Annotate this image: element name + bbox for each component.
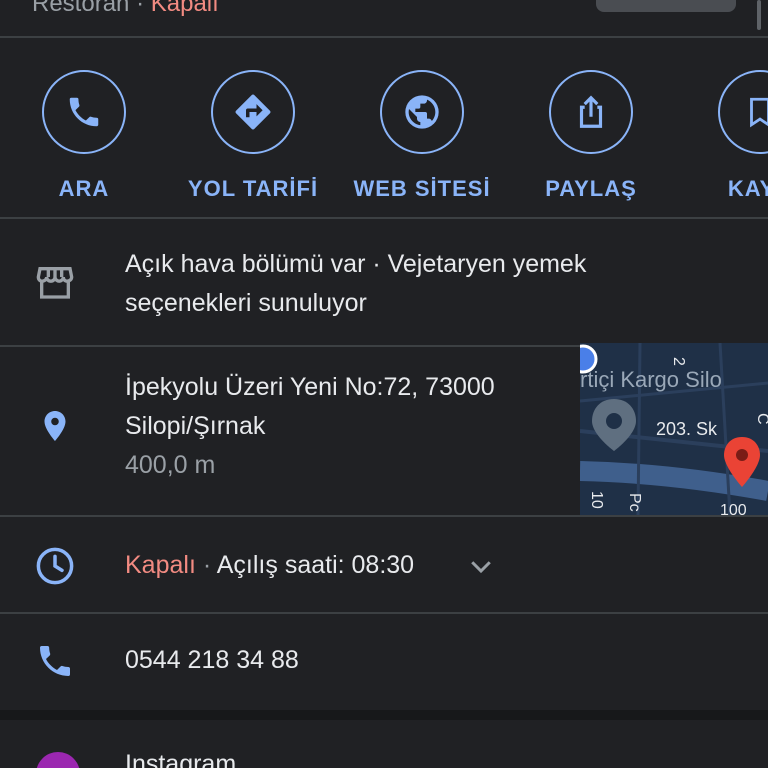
clock-icon <box>32 543 78 589</box>
hours-row[interactable]: Kapalı · Açılış saati: 08:30 <box>0 517 768 613</box>
map-label-pc: Pc <box>626 493 643 512</box>
hours-separator: · <box>202 551 212 579</box>
address-line-2: Silopi/Şırnak <box>125 412 266 440</box>
header-strip: Restoran · Kapalı <box>0 0 768 38</box>
save-button-label: KAYD <box>727 176 768 201</box>
share-button[interactable]: PAYLAŞ <box>511 70 671 202</box>
place-category: Restoran <box>32 0 130 17</box>
features-text: Açık hava bölümü var · Vejetaryen yemek … <box>125 245 586 323</box>
phone-icon <box>69 97 99 127</box>
save-button[interactable]: KAYD <box>680 70 768 202</box>
directions-icon <box>235 94 271 130</box>
map-label-street: 203. Sk <box>656 419 718 439</box>
share-button-circle[interactable] <box>549 70 633 154</box>
bookmark-icon <box>750 97 768 128</box>
subtitle-separator: · <box>136 0 145 17</box>
scrollbar[interactable] <box>757 0 761 30</box>
place-subtitle: Restoran · Kapalı <box>32 0 219 18</box>
place-details-panel: Restoran · Kapalı ARA YOL TARİFİ WEB SİT… <box>0 0 768 768</box>
storefront-icon <box>32 259 78 305</box>
phone-number: 0544 218 34 88 <box>125 646 299 674</box>
map-label-kargo: rtiçi Kargo Silo <box>580 367 722 392</box>
address-text: İpekyolu Üzeri Yeni No:72, 73000 Silopi/… <box>125 368 495 485</box>
directions-button[interactable]: YOL TARİFİ <box>173 70 333 202</box>
website-button[interactable]: WEB SİTESİ <box>342 70 502 202</box>
instagram-row[interactable]: Instagram <box>0 712 768 768</box>
opening-time: Açılış saati: 08:30 <box>216 551 415 579</box>
features-line-1: Açık hava bölümü var · Vejetaryen yemek <box>125 250 587 278</box>
hours-text: Kapalı · Açılış saati: 08:30 <box>125 546 414 585</box>
save-button-circle[interactable] <box>718 70 768 154</box>
directions-button-label: YOL TARİFİ <box>187 176 319 201</box>
call-button[interactable]: ARA <box>4 70 164 202</box>
map-label-100: 100 <box>720 502 747 515</box>
phone-row[interactable]: 0544 218 34 88 <box>0 614 768 710</box>
website-button-circle[interactable] <box>380 70 464 154</box>
instagram-icon <box>36 752 80 768</box>
globe-icon <box>405 95 439 129</box>
features-line-2: seçenekleri sunuluyor <box>125 289 367 317</box>
photo-thumbnail[interactable] <box>596 0 736 12</box>
address-line-1: İpekyolu Üzeri Yeni No:72, 73000 <box>125 373 495 401</box>
features-row[interactable]: Açık hava bölümü var · Vejetaryen yemek … <box>0 219 768 345</box>
directions-button-circle[interactable] <box>211 70 295 154</box>
expand-hours-chevron-down-icon[interactable] <box>458 543 504 589</box>
hours-status: Kapalı <box>125 551 196 579</box>
location-pin-icon <box>32 403 78 449</box>
map-label-2: 2 <box>670 357 687 366</box>
share-button-label: PAYLAŞ <box>545 176 637 201</box>
map-thumbnail[interactable]: rtiçi Kargo Silo 203. Sk 2 10 Pc 100 C <box>580 343 768 515</box>
distance-text: 400,0 m <box>125 451 216 479</box>
map-label-10: 10 <box>588 491 605 509</box>
call-button-label: ARA <box>58 176 110 201</box>
phone-icon <box>32 638 78 684</box>
map-label-c: C <box>754 413 768 425</box>
open-status: Kapalı <box>150 0 219 17</box>
share-icon <box>579 95 603 128</box>
action-buttons-row: ARA YOL TARİFİ WEB SİTESİ PAYLAŞ KAY <box>0 38 768 218</box>
map-canvas: rtiçi Kargo Silo 203. Sk 2 10 Pc 100 C <box>580 343 768 515</box>
website-button-label: WEB SİTESİ <box>353 176 491 201</box>
call-button-circle[interactable] <box>42 70 126 154</box>
instagram-label: Instagram <box>125 750 237 768</box>
